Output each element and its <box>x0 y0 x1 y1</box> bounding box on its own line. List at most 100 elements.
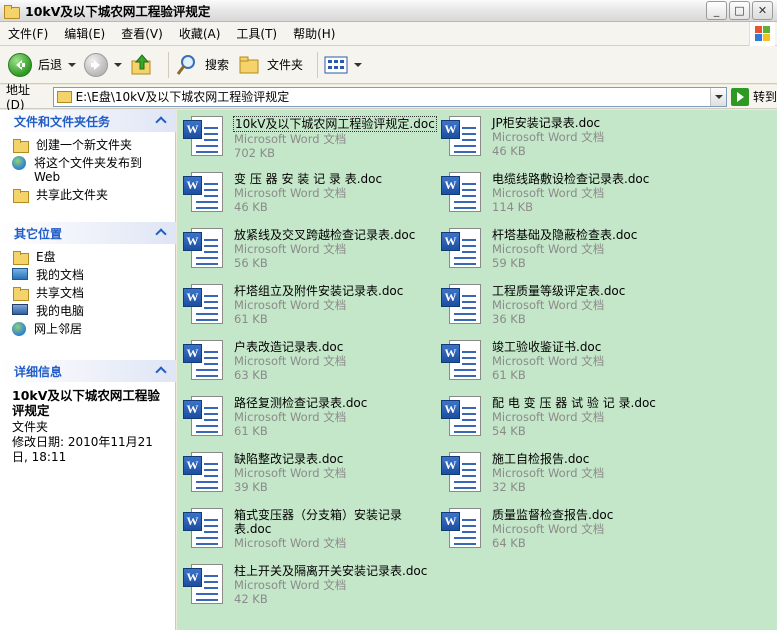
file-text: 放紧线及交叉跨越检查记录表.doc Microsoft Word 文档 56 KB <box>233 226 416 278</box>
menu-bar: 文件(F) 编辑(E) 查看(V) 收藏(A) 工具(T) 帮助(H) <box>0 22 777 46</box>
folder-icon <box>3 4 20 19</box>
word-document-icon: W <box>181 114 229 160</box>
views-button[interactable] <box>324 55 363 75</box>
close-button[interactable]: ✕ <box>752 1 773 20</box>
word-document-icon: W <box>181 394 229 440</box>
file-item[interactable]: W 户表改造记录表.doc Microsoft Word 文档 63 KB <box>181 338 437 390</box>
word-document-icon: W <box>439 338 487 384</box>
file-name: 10kV及以下城农网工程验评规定.doc <box>233 116 437 132</box>
word-document-icon: W <box>439 226 487 272</box>
menu-view[interactable]: 查看(V) <box>113 25 171 42</box>
file-type: Microsoft Word 文档 <box>234 242 347 256</box>
details-name: 10kV及以下城农网工程验评规定 <box>12 388 160 418</box>
computer-icon <box>12 304 28 315</box>
task-share-folder[interactable]: 共享此文件夹 <box>12 188 166 203</box>
file-text: 配 电 变 压 器 试 验 记 录.doc Microsoft Word 文档 54… <box>491 394 657 446</box>
file-type: Microsoft Word 文档 <box>234 466 347 480</box>
file-text: 工程质量等级评定表.doc Microsoft Word 文档 36 KB <box>491 282 626 334</box>
collapse-chevron-icon[interactable] <box>154 364 168 378</box>
task-publish-web[interactable]: 将这个文件夹发布到 Web <box>12 156 166 184</box>
file-tasks-header[interactable]: 文件和文件夹任务 <box>0 110 176 132</box>
word-document-icon: W <box>181 338 229 384</box>
place-network[interactable]: 网上邻居 <box>12 322 166 336</box>
file-text: JP柜安装记录表.doc Microsoft Word 文档 46 KB <box>491 114 605 166</box>
place-label: E盘 <box>36 250 56 264</box>
file-size: 42 KB <box>234 592 268 606</box>
file-name: 箱式变压器（分支箱）安装记录表.doc <box>234 508 403 536</box>
file-item[interactable]: W 缺陷整改记录表.doc Microsoft Word 文档 39 KB <box>181 450 437 502</box>
forward-dropdown-icon[interactable] <box>114 62 123 67</box>
details-type: 文件夹 <box>12 420 49 434</box>
file-size: 702 KB <box>234 146 276 160</box>
file-size: 61 KB <box>234 424 268 438</box>
menu-tools[interactable]: 工具(T) <box>228 25 285 42</box>
other-places-header[interactable]: 其它位置 <box>0 222 176 244</box>
forward-button[interactable] <box>84 52 123 77</box>
details-panel: 详细信息 10kV及以下城农网工程验评规定 文件夹 修改日期: 2010年11月… <box>0 360 176 471</box>
place-shared-documents[interactable]: 共享文档 <box>12 286 166 301</box>
address-dropdown-button[interactable] <box>710 87 727 106</box>
details-header[interactable]: 详细信息 <box>0 360 176 382</box>
file-size: 36 KB <box>492 312 526 326</box>
back-dropdown-icon[interactable] <box>68 62 77 67</box>
go-button[interactable]: 转到 <box>731 87 777 106</box>
file-text: 杆塔基础及隐蔽检查表.doc Microsoft Word 文档 59 KB <box>491 226 638 278</box>
file-item[interactable]: W 杆塔基础及隐蔽检查表.doc Microsoft Word 文档 59 KB <box>439 226 695 278</box>
menu-help[interactable]: 帮助(H) <box>285 25 343 42</box>
file-text: 路径复测检查记录表.doc Microsoft Word 文档 61 KB <box>233 394 368 446</box>
file-item[interactable]: W 电缆线路敷设检查记录表.doc Microsoft Word 文档 114 KB <box>439 170 695 222</box>
word-document-icon: W <box>181 170 229 216</box>
place-e-drive[interactable]: E盘 <box>12 250 166 265</box>
file-item[interactable]: W 杆塔组立及附件安装记录表.doc Microsoft Word 文档 61 KB <box>181 282 437 334</box>
word-document-icon: W <box>439 282 487 328</box>
file-item[interactable]: W 施工自检报告.doc Microsoft Word 文档 32 KB <box>439 450 695 502</box>
forward-arrow-icon <box>84 52 109 77</box>
search-icon <box>176 54 196 75</box>
file-size: 59 KB <box>492 256 526 270</box>
back-button[interactable]: 后退 <box>8 52 77 77</box>
file-item[interactable]: W 竣工验收鉴证书.doc Microsoft Word 文档 61 KB <box>439 338 695 390</box>
file-item[interactable]: W变 压 器 安 装 记 录 表.doc Microsoft Word 文档 46 … <box>181 170 437 222</box>
file-name: 施工自检报告.doc <box>492 452 590 466</box>
my-documents-icon <box>12 268 28 280</box>
file-text: 柱上开关及隔离开关安装记录表.doc Microsoft Word 文档 42 KB <box>233 562 428 614</box>
file-item[interactable]: W 放紧线及交叉跨越检查记录表.doc Microsoft Word 文档 56 KB <box>181 226 437 278</box>
word-document-icon: W <box>439 506 487 552</box>
file-item[interactable]: W 路径复测检查记录表.doc Microsoft Word 文档 61 KB <box>181 394 437 446</box>
file-text: 10kV及以下城农网工程验评规定.doc Microsoft Word 文档 702… <box>233 114 437 166</box>
file-text: 施工自检报告.doc Microsoft Word 文档 32 KB <box>491 450 605 502</box>
file-item[interactable]: W 柱上开关及隔离开关安装记录表.doc Microsoft Word 文档 42 K… <box>181 562 437 614</box>
file-item[interactable]: W 箱式变压器（分支箱）安装记录表.doc Microsoft Word 文档 <box>181 506 437 558</box>
file-item[interactable]: W JP柜安装记录表.doc Microsoft Word 文档 46 KB <box>439 114 695 166</box>
file-name: 放紧线及交叉跨越检查记录表.doc <box>234 228 416 242</box>
search-button[interactable]: 搜索 <box>175 53 229 77</box>
folders-button[interactable]: 文件夹 <box>237 53 303 77</box>
file-type: Microsoft Word 文档 <box>492 410 605 424</box>
file-item[interactable]: W 质量监督检查报告.doc Microsoft Word 文档 64 KB <box>439 506 695 558</box>
collapse-chevron-icon[interactable] <box>154 114 168 128</box>
file-item[interactable]: W 10kV及以下城农网工程验评规定.doc Microsoft Word 文档 70… <box>181 114 437 166</box>
address-field[interactable]: E:\E盘\10kV及以下城农网工程验评规定 <box>52 86 728 107</box>
collapse-chevron-icon[interactable] <box>154 226 168 240</box>
views-dropdown-icon[interactable] <box>354 62 363 67</box>
minimize-button[interactable]: _ <box>706 1 727 20</box>
place-my-documents[interactable]: 我的文档 <box>12 268 166 282</box>
file-size: 46 KB <box>492 144 526 158</box>
file-tasks-panel: 文件和文件夹任务 创建一个新文件夹 将这个文件夹发布到 Web 共享此文件夹 <box>0 110 176 212</box>
file-item[interactable]: W配 电 变 压 器 试 验 记 录.doc Microsoft Word 文档 5… <box>439 394 695 446</box>
place-label: 我的电脑 <box>36 304 85 318</box>
menu-edit[interactable]: 编辑(E) <box>56 25 113 42</box>
window-controls: _ □ ✕ <box>706 1 773 20</box>
word-document-icon: W <box>439 170 487 216</box>
menu-favorites[interactable]: 收藏(A) <box>171 25 229 42</box>
menu-file[interactable]: 文件(F) <box>0 25 56 42</box>
place-my-computer[interactable]: 我的电脑 <box>12 304 166 318</box>
task-new-folder[interactable]: 创建一个新文件夹 <box>12 138 166 153</box>
file-item[interactable]: W 工程质量等级评定表.doc Microsoft Word 文档 36 KB <box>439 282 695 334</box>
up-button[interactable] <box>130 53 154 77</box>
toolbar-separator <box>168 51 170 78</box>
file-name: 柱上开关及隔离开关安装记录表.doc <box>234 564 428 578</box>
maximize-button[interactable]: □ <box>729 1 750 20</box>
toolbar: 后退 搜索 文件夹 <box>0 46 777 84</box>
task-label: 将这个文件夹发布到 Web <box>34 156 143 184</box>
